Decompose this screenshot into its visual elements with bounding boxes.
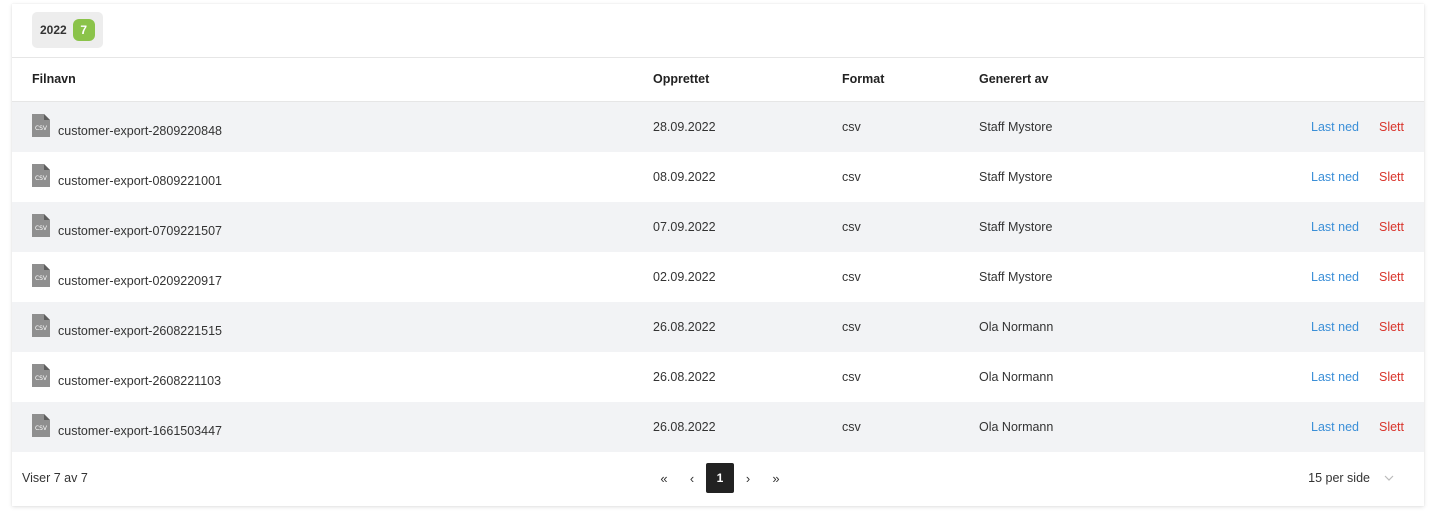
generated-by: Ola Normann [979,420,1054,434]
table-footer: Viser 7 av 7 « ‹ 1 › » 15 per side [12,450,1424,506]
table-header: Filnavn Opprettet Format Generert av [12,58,1424,102]
file-format: csv [842,420,861,434]
exports-card: 2022 7 Filnavn Opprettet Format Generert… [12,4,1424,506]
csv-file-icon: CSV [32,114,50,137]
svg-text:CSV: CSV [35,125,48,132]
year-filter-bar: 2022 7 [12,4,1424,58]
generated-by: Staff Mystore [979,170,1053,184]
table-row: CSV customer-export-2809220848 28.09.202… [12,102,1424,152]
delete-link[interactable]: Slett [1379,170,1404,184]
table-row: CSV customer-export-1661503447 26.08.202… [12,402,1424,452]
chevron-down-icon [1384,475,1394,481]
delete-link[interactable]: Slett [1379,220,1404,234]
generated-by: Staff Mystore [979,270,1053,284]
pagination-info: Viser 7 av 7 [22,471,88,485]
created-date: 26.08.2022 [653,420,716,434]
next-page-button[interactable]: › [734,463,762,493]
file-format: csv [842,270,861,284]
file-name: customer-export-2608221103 [58,374,222,388]
current-page-button[interactable]: 1 [706,463,734,493]
column-header-created: Opprettet [653,72,710,86]
csv-file-icon: CSV [32,314,50,337]
csv-file-icon: CSV [32,414,50,437]
delete-link[interactable]: Slett [1379,320,1404,334]
download-link[interactable]: Last ned [1311,370,1359,384]
file-format: csv [842,170,861,184]
table-row: CSV customer-export-0809221001 08.09.202… [12,152,1424,202]
table-row: CSV customer-export-2608221515 26.08.202… [12,302,1424,352]
file-name: customer-export-2809220848 [58,124,222,138]
delete-link[interactable]: Slett [1379,270,1404,284]
file-format: csv [842,120,861,134]
table-row: CSV customer-export-0209220917 02.09.202… [12,252,1424,302]
download-link[interactable]: Last ned [1311,420,1359,434]
file-name: customer-export-0809221001 [58,174,222,188]
download-link[interactable]: Last ned [1311,220,1359,234]
created-date: 02.09.2022 [653,270,716,284]
prev-page-button[interactable]: ‹ [678,463,706,493]
column-header-filename: Filnavn [32,72,76,86]
table-row: CSV customer-export-0709221507 07.09.202… [12,202,1424,252]
csv-file-icon: CSV [32,164,50,187]
svg-text:CSV: CSV [35,225,48,232]
file-name: customer-export-2608221515 [58,324,222,338]
created-date: 28.09.2022 [653,120,716,134]
created-date: 07.09.2022 [653,220,716,234]
created-date: 26.08.2022 [653,370,716,384]
created-date: 26.08.2022 [653,320,716,334]
delete-link[interactable]: Slett [1379,370,1404,384]
download-link[interactable]: Last ned [1311,120,1359,134]
first-page-button[interactable]: « [650,463,678,493]
created-date: 08.09.2022 [653,170,716,184]
file-name: customer-export-0709221507 [58,224,222,238]
file-name: customer-export-1661503447 [58,424,222,438]
file-name: customer-export-0209220917 [58,274,222,288]
year-filter-chip[interactable]: 2022 7 [32,12,103,48]
generated-by: Ola Normann [979,370,1054,384]
delete-link[interactable]: Slett [1379,120,1404,134]
download-link[interactable]: Last ned [1311,270,1359,284]
csv-file-icon: CSV [32,214,50,237]
table-body: CSV customer-export-2809220848 28.09.202… [12,102,1424,452]
column-header-generated-by: Generert av [979,72,1049,86]
svg-text:CSV: CSV [35,275,48,282]
last-page-button[interactable]: » [762,463,790,493]
generated-by: Staff Mystore [979,220,1053,234]
csv-file-icon: CSV [32,364,50,387]
svg-text:CSV: CSV [35,325,48,332]
year-label: 2022 [40,23,67,37]
csv-file-icon: CSV [32,264,50,287]
download-link[interactable]: Last ned [1311,320,1359,334]
svg-text:CSV: CSV [35,175,48,182]
per-page-select[interactable]: 15 per side [1308,471,1394,485]
pagination: « ‹ 1 › » [650,463,790,493]
table-row: CSV customer-export-2608221103 26.08.202… [12,352,1424,402]
column-header-format: Format [842,72,885,86]
file-format: csv [842,220,861,234]
generated-by: Staff Mystore [979,120,1053,134]
generated-by: Ola Normann [979,320,1054,334]
delete-link[interactable]: Slett [1379,420,1404,434]
year-count-badge: 7 [72,19,95,41]
file-format: csv [842,370,861,384]
svg-text:CSV: CSV [35,425,48,432]
download-link[interactable]: Last ned [1311,170,1359,184]
per-page-value: 15 per side [1308,471,1370,485]
svg-text:CSV: CSV [35,375,48,382]
file-format: csv [842,320,861,334]
